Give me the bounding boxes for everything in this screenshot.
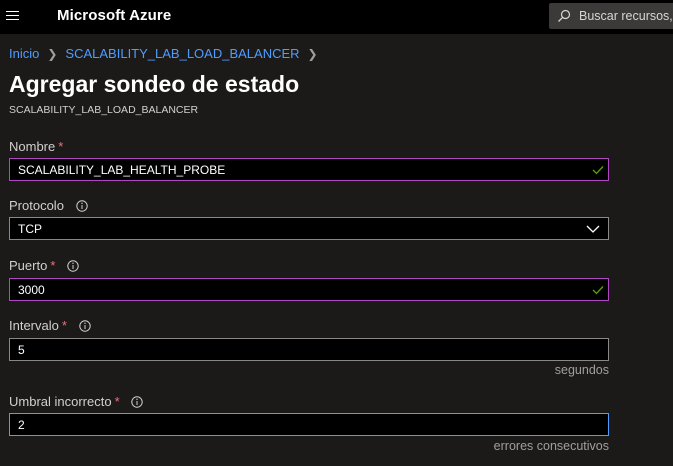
search-input[interactable]: Buscar recursos, — [549, 3, 673, 29]
info-icon[interactable] — [67, 259, 79, 272]
required-marker: * — [50, 258, 56, 273]
required-marker: * — [58, 139, 64, 154]
info-icon[interactable] — [78, 319, 91, 332]
search-icon — [558, 9, 571, 22]
protocolo-label: Protocolo — [9, 198, 88, 213]
umbral-label-text: Umbral incorrecto — [9, 394, 112, 409]
protocolo-select[interactable]: TCP — [9, 217, 609, 240]
top-bar: Microsoft Azure Buscar recursos, — [0, 0, 673, 34]
search-placeholder: Buscar recursos, — [579, 9, 673, 23]
umbral-value: 2 — [18, 418, 25, 432]
chevron-right-icon: ❯ — [47, 47, 58, 61]
info-icon[interactable] — [131, 395, 143, 408]
puerto-input[interactable]: 3000 — [9, 278, 609, 301]
hamburger-menu-icon[interactable] — [5, 8, 21, 24]
chevron-right-icon: ❯ — [307, 47, 318, 61]
checkmark-icon — [592, 286, 604, 295]
protocolo-value: TCP — [18, 222, 42, 236]
puerto-label-text: Puerto — [9, 258, 48, 273]
umbral-label: Umbral incorrecto * — [9, 394, 143, 409]
nombre-label-text: Nombre — [9, 139, 56, 154]
checkmark-icon — [592, 166, 604, 175]
puerto-label: Puerto * — [9, 258, 79, 273]
intervalo-input[interactable]: 5 — [9, 338, 609, 361]
intervalo-label: Intervalo * — [9, 318, 91, 333]
breadcrumb: Inicio ❯ SCALABILITY_LAB_LOAD_BALANCER ❯ — [9, 46, 326, 61]
brand-title[interactable]: Microsoft Azure — [57, 7, 171, 24]
info-icon[interactable] — [75, 199, 88, 212]
nombre-input[interactable]: SCALABILITY_LAB_HEALTH_PROBE — [9, 158, 609, 181]
breadcrumb-load-balancer-link[interactable]: SCALABILITY_LAB_LOAD_BALANCER — [65, 46, 299, 61]
chevron-down-icon — [586, 225, 600, 233]
intervalo-label-text: Intervalo — [9, 318, 59, 333]
required-marker: * — [61, 318, 67, 333]
umbral-input[interactable]: 2 — [9, 413, 609, 436]
intervalo-value: 5 — [18, 343, 25, 357]
puerto-value: 3000 — [18, 283, 45, 297]
umbral-unit-hint: errores consecutivos — [493, 439, 609, 453]
breadcrumb-home-link[interactable]: Inicio — [9, 46, 39, 61]
required-marker: * — [114, 394, 120, 409]
intervalo-unit-hint: segundos — [554, 363, 609, 377]
page-subtitle: SCALABILITY_LAB_LOAD_BALANCER — [9, 104, 199, 116]
nombre-value: SCALABILITY_LAB_HEALTH_PROBE — [18, 163, 226, 177]
nombre-label: Nombre * — [9, 139, 63, 154]
page-title: Agregar sondeo de estado — [9, 71, 300, 97]
protocolo-label-text: Protocolo — [9, 198, 64, 213]
